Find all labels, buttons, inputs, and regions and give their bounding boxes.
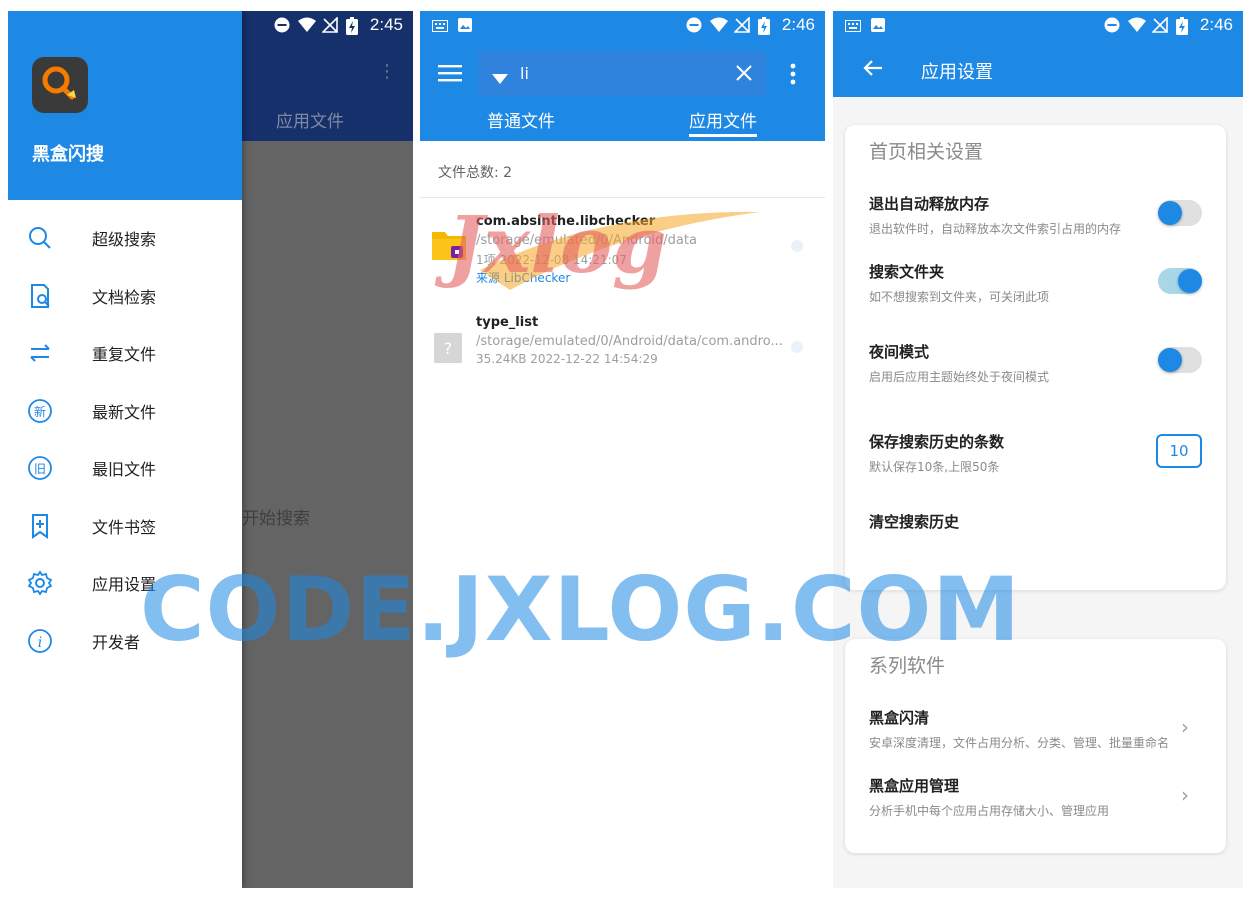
toggle-night-mode[interactable] [1158,347,1202,373]
battery-charging-icon [1175,17,1192,35]
drawer-item-label: 最旧文件 [92,460,157,479]
new-badge-icon: 新 [26,397,54,425]
keyboard-icon [432,17,448,33]
drawer-item-label: 开发者 [92,633,141,652]
drawer-item-document-search[interactable]: 文档检索 [8,270,242,320]
setting-title: 清空搜索历史 [869,513,960,531]
dnd-icon [686,17,702,33]
navigation-drawer: 黑盒闪搜 超级搜索 文档检索 重复文件 新 最新文件 旧 最旧文件 文件书签 应… [8,11,242,888]
file-list-item[interactable]: ? type_list /storage/emulated/0/Android/… [420,315,825,405]
document-search-icon [26,282,54,310]
divider [420,197,825,198]
more-vert-icon: ⋮ [378,61,396,82]
clock-text: 2:46 [781,15,815,34]
setting-desc: 安卓深度清理，文件占用分析、分类、管理、批量重命名 [869,736,1170,750]
page-title: 应用设置 [921,62,993,83]
wifi-icon [297,17,316,33]
gear-icon [26,569,54,597]
chevron-right-icon: › [1181,783,1189,807]
screen-app-settings: 2:46 应用设置 首页相关设置 退出自动释放内存 退出软件时，自动释放本次文件… [833,11,1243,888]
drawer-item-super-search[interactable]: 超级搜索 [8,212,242,262]
drawer-item-file-bookmarks[interactable]: 文件书签 [8,500,242,550]
no-signal-icon [1150,16,1168,33]
image-icon [871,17,887,33]
drawer-item-label: 文档检索 [92,288,157,307]
search-input[interactable]: li [520,64,529,83]
dnd-icon [1104,17,1120,33]
setting-desc: 退出软件时，自动释放本次文件索引占用的内存 [869,222,1122,236]
setting-title: 黑盒应用管理 [869,777,960,795]
section-title: 首页相关设置 [869,141,984,163]
svg-text:?: ? [444,339,453,358]
repeat-icon [26,339,54,367]
svg-text:i: i [38,635,42,651]
search-box[interactable]: li [478,51,766,96]
app-link-black-box-app-manager[interactable]: 黑盒应用管理 分析手机中每个应用占用存储大小、管理应用 [869,775,1209,819]
close-icon[interactable] [736,65,752,85]
keyboard-icon [845,17,861,33]
select-radio[interactable] [791,240,803,252]
wifi-icon [1127,17,1146,33]
status-bar: 2:46 [833,11,1243,41]
file-path: /storage/emulated/0/Android/data/com.and… [476,334,783,349]
app-bar: 2:46 li 普通文件 应用文件 [420,11,825,141]
drawer-header: 黑盒闪搜 [8,11,242,200]
app-name: 黑盒闪搜 [32,144,104,165]
select-radio[interactable] [791,341,803,353]
unknown-file-icon: ? [432,329,466,363]
toggle-auto-release-memory[interactable] [1158,200,1202,226]
tab-normal-files[interactable]: 普通文件 [487,107,555,132]
old-badge-icon: 旧 [26,454,54,482]
file-meta: 35.24KB 2022-12-22 14:54:29 [476,352,658,366]
battery-charging-icon [757,17,774,35]
setting-desc: 如不想搜索到文件夹，可关闭此项 [869,290,1050,304]
wifi-icon [709,17,728,33]
app-link-black-box-clean[interactable]: 黑盒闪清 安卓深度清理，文件占用分析、分类、管理、批量重命名 [869,707,1209,751]
tab-app-files[interactable]: 应用文件 [689,107,757,137]
bookmark-add-icon [26,512,54,540]
setting-clear-history[interactable]: 清空搜索历史 [869,511,1209,532]
drawer-item-label: 重复文件 [92,345,157,364]
image-icon [458,17,474,33]
dimmed-tab-app-files: 应用文件 [276,112,344,132]
setting-desc: 启用后应用主题始终处于夜间模式 [869,370,1050,384]
info-icon: i [26,627,54,655]
dropdown-arrow-icon[interactable] [492,69,508,88]
clock-text: 2:45 [369,15,403,34]
svg-text:旧: 旧 [34,462,46,476]
drawer-item-label: 超级搜索 [92,230,157,249]
setting-title: 黑盒闪清 [869,709,930,727]
search-icon [26,224,54,252]
setting-desc: 分析手机中每个应用占用存储大小、管理应用 [869,804,1110,818]
battery-charging-icon [345,17,362,35]
drawer-item-label: 最新文件 [92,403,157,422]
drawer-item-oldest-files[interactable]: 旧 最旧文件 [8,442,242,492]
screen-search-results: 2:46 li 普通文件 应用文件 文件总数: 2 com.absinthe.l… [420,11,825,888]
drawer-item-newest-files[interactable]: 新 最新文件 [8,385,242,435]
drawer-item-label: 文件书签 [92,518,157,537]
app-bar: 2:46 应用设置 [833,11,1243,97]
dimmed-start-search-hint: 开始搜索 [242,509,310,529]
settings-card-series-apps: 系列软件 黑盒闪清 安卓深度清理，文件占用分析、分类、管理、批量重命名 › 黑盒… [845,639,1226,853]
status-bar: 2:46 [420,11,825,41]
file-count: 文件总数: 2 [438,165,513,181]
more-vert-icon[interactable] [790,63,796,89]
no-signal-icon [732,16,750,33]
svg-text:新: 新 [34,404,46,419]
screen-navigation-drawer: ⋮ 应用文件 开始搜索 2:45 黑盒闪搜 超级搜索 文档检索 重复文件 新 最… [8,11,413,888]
app-logo-icon [32,57,88,113]
menu-icon[interactable] [438,64,462,86]
clock-text: 2:46 [1199,15,1233,34]
drawer-item-duplicate-files[interactable]: 重复文件 [8,327,242,377]
history-count-input[interactable]: 10 [1156,434,1202,468]
code-jxlog-watermark: CODE.JXLOG.COM [140,558,1021,661]
dnd-icon [274,17,290,33]
no-signal-icon [320,16,338,33]
chevron-right-icon: › [1181,715,1189,739]
toggle-search-folders[interactable] [1158,268,1202,294]
scrim-overlay[interactable] [242,11,413,888]
jxlog-watermark-logo: Jxlog [447,200,667,291]
back-arrow-icon[interactable] [863,59,883,81]
settings-card-home: 首页相关设置 退出自动释放内存 退出软件时，自动释放本次文件索引占用的内存 搜索… [845,125,1226,590]
